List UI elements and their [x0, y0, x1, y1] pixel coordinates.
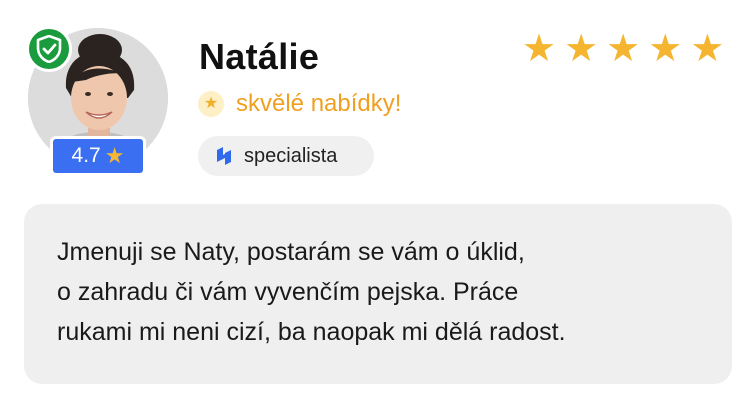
- shield-check-icon: [36, 35, 62, 63]
- star-badge-icon: ★: [198, 91, 224, 117]
- tagline-text: skvělé nabídky!: [236, 90, 402, 117]
- verified-badge: [26, 26, 72, 72]
- avatar-container: 4.7 ★: [26, 26, 168, 176]
- specialist-label: specialista: [244, 144, 338, 167]
- bio-line: Jmenuji se Naty, postarám se vám o úklid…: [57, 238, 525, 266]
- star-icon: ★: [690, 28, 725, 70]
- rating-value: 4.7: [71, 144, 101, 167]
- bio-box: Jmenuji se Naty, postarám se vám o úklid…: [24, 204, 732, 384]
- bio-line: rukami mi neni cizí, ba naopak mi dělá r…: [57, 318, 566, 346]
- specialist-logo-icon: [217, 147, 231, 165]
- star-icon: ★: [648, 28, 683, 70]
- star-rating: ★ ★ ★ ★ ★: [522, 30, 724, 68]
- profile-card: 4.7 ★ Natálie ★ ★ ★ ★ ★ ★ skvělé nabídky…: [0, 0, 756, 408]
- profile-name: Natálie: [199, 36, 320, 77]
- specialist-badge: specialista: [198, 136, 374, 176]
- star-icon: ★: [564, 28, 599, 70]
- rating-badge: 4.7 ★: [50, 136, 146, 176]
- star-icon: ★: [104, 143, 125, 168]
- star-icon: ★: [522, 28, 557, 70]
- bio-line: o zahradu či vám vyvenčím pejska. Práce: [57, 278, 519, 306]
- star-icon: ★: [606, 28, 641, 70]
- tagline: ★ skvělé nabídky!: [198, 90, 401, 118]
